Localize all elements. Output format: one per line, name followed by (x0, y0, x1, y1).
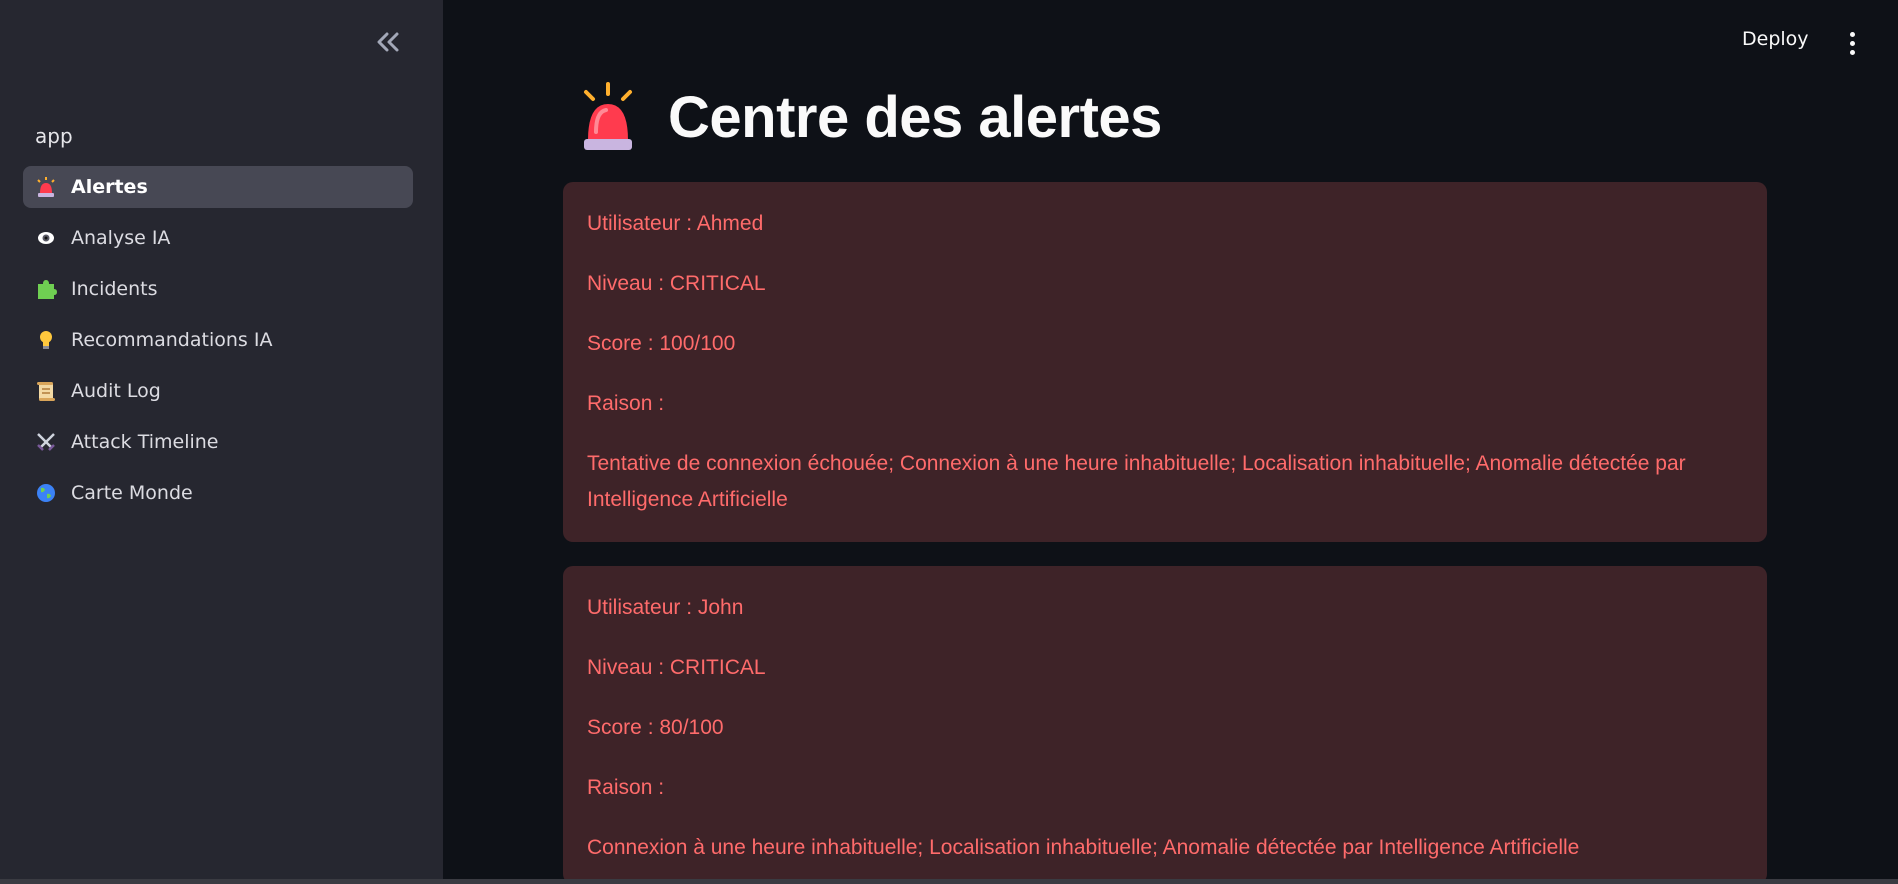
alert-user: Utilisateur : Ahmed (587, 212, 764, 235)
alert-reason: Tentative de connexion échouée; Connexio… (587, 452, 1686, 511)
deploy-button[interactable]: Deploy (1742, 28, 1809, 50)
sidebar-item-recommandations-ia[interactable]: Recommandations IA (23, 319, 413, 361)
kebab-dot (1849, 31, 1855, 37)
sidebar-item-carte-monde[interactable]: Carte Monde (23, 472, 413, 514)
alert-user: Utilisateur : John (587, 596, 744, 619)
sidebar-item-label: Recommandations IA (71, 329, 273, 351)
sidebar-item-incidents[interactable]: Incidents (23, 268, 413, 310)
alert-reason: Connexion à une heure inhabituelle; Loca… (587, 836, 1580, 859)
alert-card: Utilisateur : John Niveau : CRITICAL Sco… (563, 566, 1767, 884)
page-title-wrap: Centre des alertes (578, 82, 1162, 152)
scroll-icon (35, 380, 57, 402)
sidebar: app Alertes Analyse IA Incidents Recomma… (0, 0, 443, 884)
alert-card: Utilisateur : Ahmed Niveau : CRITICAL Sc… (563, 182, 1767, 542)
main-menu-button[interactable] (1840, 28, 1864, 58)
sidebar-nav: Alertes Analyse IA Incidents Recommandat… (23, 166, 413, 523)
alert-level: Niveau : CRITICAL (587, 656, 766, 679)
alert-reason-label: Raison : (587, 392, 665, 415)
puzzle-icon (35, 278, 57, 300)
sidebar-app-label: app (35, 124, 73, 148)
eye-icon (35, 227, 57, 249)
sidebar-item-attack-timeline[interactable]: Attack Timeline (23, 421, 413, 463)
page-title: Centre des alertes (668, 84, 1162, 150)
sidebar-item-audit-log[interactable]: Audit Log (23, 370, 413, 412)
siren-icon (584, 82, 632, 150)
sidebar-item-label: Attack Timeline (71, 431, 219, 453)
crossed-swords-icon (35, 431, 57, 453)
alert-reason-label: Raison : (587, 776, 665, 799)
lightbulb-icon (35, 329, 57, 351)
collapse-sidebar-button[interactable] (372, 26, 404, 58)
globe-icon (35, 482, 57, 504)
sidebar-item-label: Alertes (71, 176, 148, 198)
sidebar-item-analyse-ia[interactable]: Analyse IA (23, 217, 413, 259)
sidebar-item-label: Audit Log (71, 380, 161, 402)
alert-score: Score : 100/100 (587, 332, 736, 355)
sidebar-item-label: Analyse IA (71, 227, 171, 249)
sidebar-item-label: Incidents (71, 278, 158, 300)
sidebar-item-alertes[interactable]: Alertes (23, 166, 413, 208)
horizontal-scrollbar[interactable] (0, 879, 1898, 884)
alert-score: Score : 80/100 (587, 716, 724, 739)
app-root: app Alertes Analyse IA Incidents Recomma… (0, 0, 1898, 884)
double-chevron-left-icon (377, 32, 399, 52)
sidebar-item-label: Carte Monde (71, 482, 193, 504)
alert-level: Niveau : CRITICAL (587, 272, 766, 295)
siren-icon (35, 176, 57, 198)
kebab-dot (1849, 40, 1855, 46)
kebab-dot (1849, 49, 1855, 55)
